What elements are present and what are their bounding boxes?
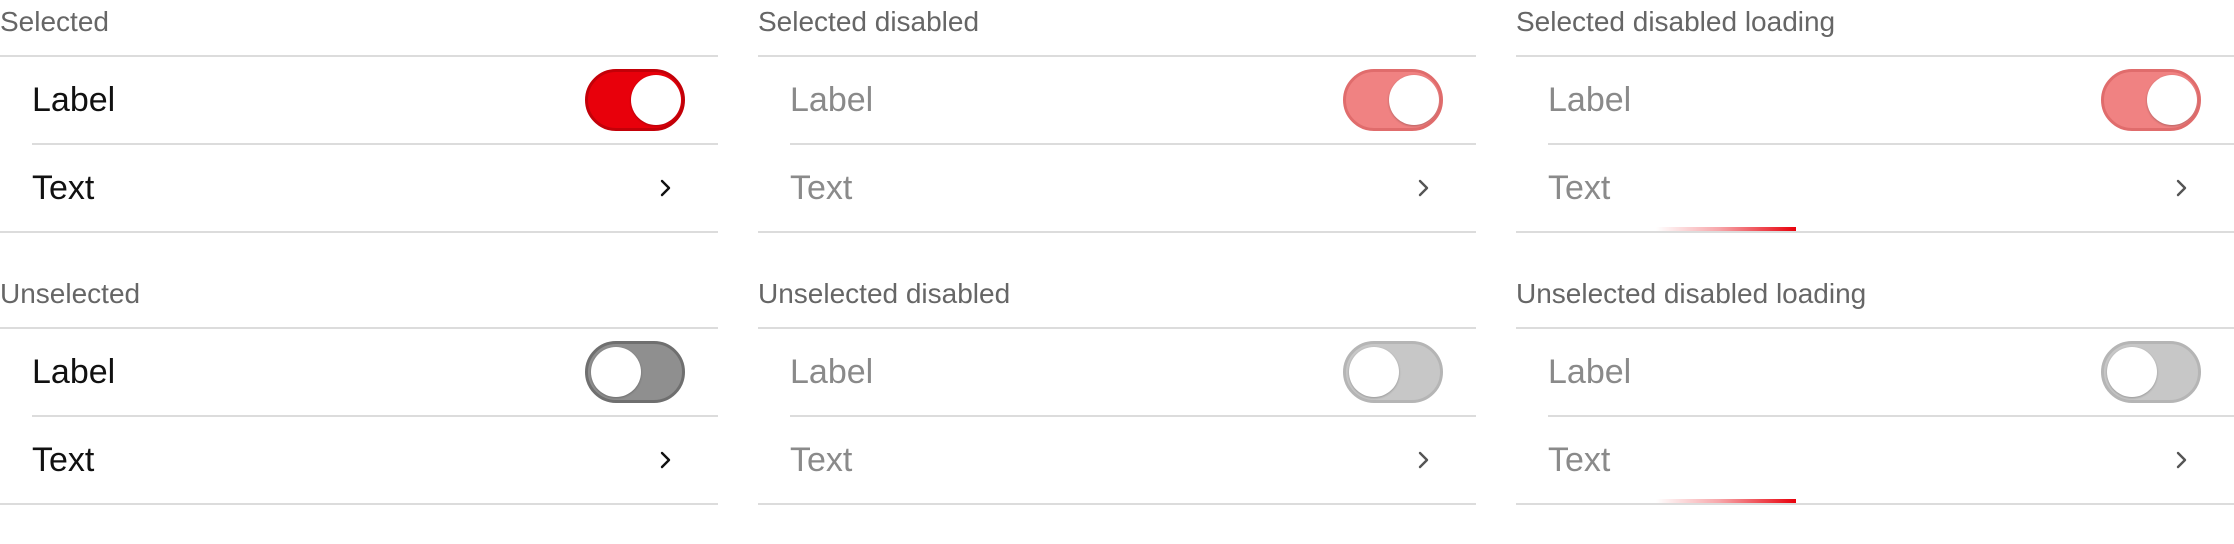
toggle-cell[interactable]: Label: [0, 329, 718, 415]
toggle-knob: [1349, 347, 1399, 397]
chevron-right-icon: [652, 446, 680, 474]
link-cell[interactable]: Text: [0, 145, 718, 231]
group-caption: Selected disabled: [758, 6, 980, 37]
link-cell-text: Text: [790, 441, 853, 479]
toggle-cell-label: Label: [32, 81, 116, 119]
toggle-switch: [1343, 341, 1443, 403]
toggle-switch[interactable]: [585, 341, 685, 403]
group-caption: Selected: [0, 6, 109, 37]
group-caption: Unselected disabled: [758, 278, 1011, 309]
link-cell-text: Text: [790, 169, 853, 207]
link-cell-text: Text: [1548, 441, 1611, 479]
group-caption: Unselected: [0, 278, 141, 309]
toggle-cell: Label: [1516, 329, 2234, 415]
toggle-knob: [631, 75, 681, 125]
toggle-cell-label: Label: [790, 353, 874, 391]
link-cell-text: Text: [32, 441, 95, 479]
link-cell: Text: [1516, 145, 2234, 231]
divider: [0, 231, 718, 233]
divider: [758, 231, 1476, 233]
toggle-cell[interactable]: Label: [0, 57, 718, 143]
toggle-knob: [2147, 75, 2197, 125]
toggle-switch[interactable]: [585, 69, 685, 131]
toggle-cell: Label: [758, 329, 1476, 415]
toggle-switch: [2101, 69, 2201, 131]
group-unselected-disabled-loading: Unselected disabled loading Label Text: [1516, 272, 2234, 544]
toggle-list-states-grid: Selected Label Text Unselected Label Tex…: [0, 0, 2234, 505]
link-cell: Text: [758, 417, 1476, 503]
chevron-right-icon: [2168, 446, 2196, 474]
link-cell-text: Text: [32, 169, 95, 207]
toggle-knob: [2107, 347, 2157, 397]
group-selected-disabled-loading: Selected disabled loading Label Text: [1516, 0, 2234, 272]
link-cell: Text: [758, 145, 1476, 231]
toggle-switch: [2101, 341, 2201, 403]
group-unselected-disabled: Unselected disabled Label Text: [758, 272, 1476, 544]
toggle-cell-label: Label: [790, 81, 874, 119]
group-selected: Selected Label Text: [0, 0, 718, 272]
link-cell: Text: [1516, 417, 2234, 503]
toggle-knob: [591, 347, 641, 397]
toggle-cell-label: Label: [1548, 353, 1632, 391]
toggle-knob: [1389, 75, 1439, 125]
toggle-cell: Label: [758, 57, 1476, 143]
group-caption: Selected disabled loading: [1516, 6, 1836, 37]
chevron-right-icon: [2168, 174, 2196, 202]
chevron-right-icon: [652, 174, 680, 202]
toggle-switch: [1343, 69, 1443, 131]
link-cell[interactable]: Text: [0, 417, 718, 503]
toggle-cell-label: Label: [1548, 81, 1632, 119]
toggle-cell: Label: [1516, 57, 2234, 143]
chevron-right-icon: [1410, 174, 1438, 202]
chevron-right-icon: [1410, 446, 1438, 474]
group-selected-disabled: Selected disabled Label Text: [758, 0, 1476, 272]
link-cell-text: Text: [1548, 169, 1611, 207]
group-caption: Unselected disabled loading: [1516, 278, 1867, 309]
loading-indicator: [1656, 499, 1796, 503]
divider: [1516, 231, 2234, 233]
group-unselected: Unselected Label Text: [0, 272, 718, 544]
toggle-cell-label: Label: [32, 353, 116, 391]
loading-indicator: [1656, 227, 1796, 231]
